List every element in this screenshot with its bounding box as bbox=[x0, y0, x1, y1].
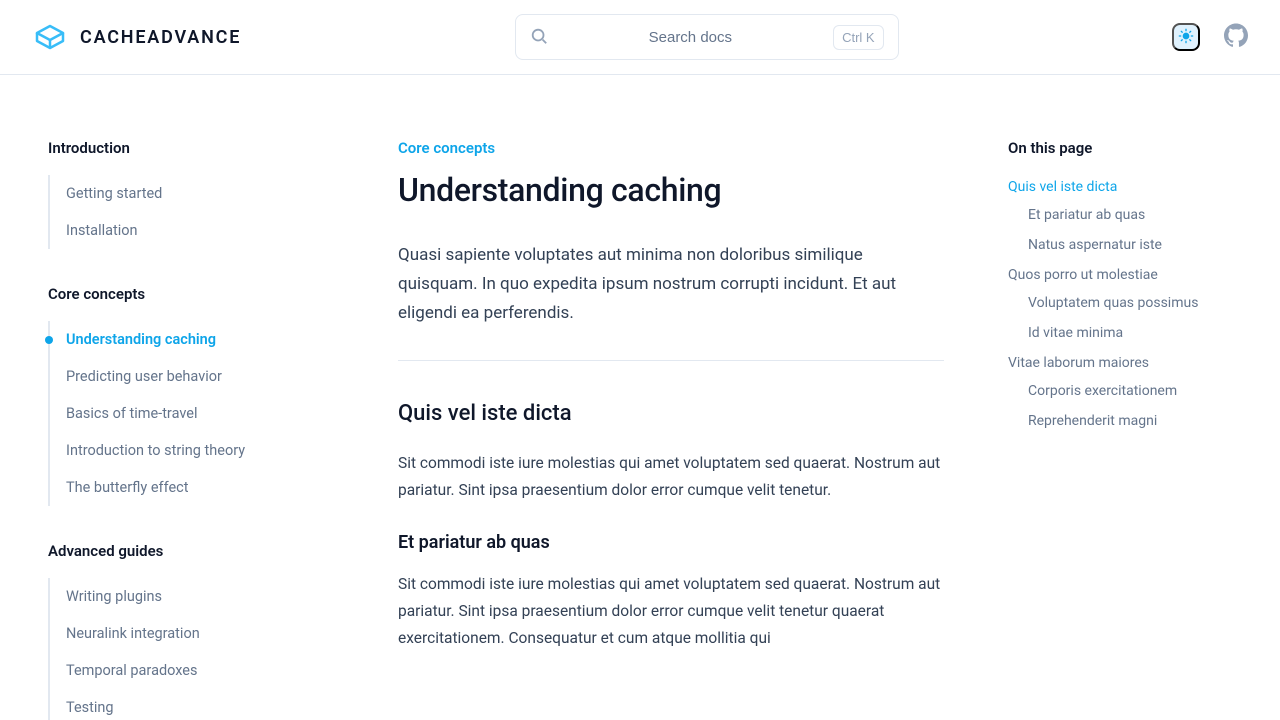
nav-item: The butterfly effect bbox=[50, 469, 286, 506]
article-title: Understanding caching bbox=[398, 171, 944, 209]
body: Introduction Getting started Installation C… bbox=[0, 75, 1280, 720]
nav-item: Testing bbox=[50, 689, 286, 720]
article-lead: Quasi sapiente voluptates aut minima non… bbox=[398, 241, 944, 328]
nav-link[interactable]: Installation bbox=[66, 222, 138, 239]
nav-link[interactable]: Testing bbox=[66, 699, 114, 716]
section-heading: Quis vel iste dicta bbox=[398, 401, 944, 426]
toc-sublink[interactable]: Natus aspernatur iste bbox=[1028, 237, 1162, 253]
divider bbox=[398, 360, 944, 361]
toc-subitem: Corporis exercitationem bbox=[1028, 383, 1248, 399]
sidebar: Introduction Getting started Installation C… bbox=[0, 75, 334, 720]
article-eyebrow: Core concepts bbox=[398, 139, 944, 157]
nav-item: Getting started bbox=[50, 175, 286, 212]
nav-section-title: Core concepts bbox=[48, 285, 286, 303]
toc-sublink[interactable]: Corporis exercitationem bbox=[1028, 383, 1177, 399]
search-placeholder: Search docs bbox=[560, 29, 822, 46]
nav-section: Core concepts Understanding caching Predic… bbox=[48, 285, 286, 506]
toc-subitem: Voluptatem quas possimus bbox=[1028, 295, 1248, 311]
toc-sublink[interactable]: Voluptatem quas possimus bbox=[1028, 295, 1198, 311]
nav-item: Basics of time-travel bbox=[50, 395, 286, 432]
nav-item: Introduction to string theory bbox=[50, 432, 286, 469]
toc-sublist: Voluptatem quas possimus Id vitae minima bbox=[1008, 295, 1248, 341]
nav-link[interactable]: Temporal paradoxes bbox=[66, 662, 197, 679]
toc-item: Vitae laborum maiores Corporis exercitati… bbox=[1008, 355, 1248, 429]
toc-link[interactable]: Vitae laborum maiores bbox=[1008, 355, 1149, 371]
nav-item: Predicting user behavior bbox=[50, 358, 286, 395]
nav-link[interactable]: The butterfly effect bbox=[66, 479, 188, 496]
nav-item: Writing plugins bbox=[50, 578, 286, 615]
article: Core concepts Understanding caching Quas… bbox=[398, 139, 944, 688]
section-paragraph: Sit commodi iste iure molestias qui amet… bbox=[398, 450, 944, 504]
nav-link[interactable]: Basics of time-travel bbox=[66, 405, 198, 422]
nav-section-title: Advanced guides bbox=[48, 542, 286, 560]
toc-subitem: Natus aspernatur iste bbox=[1028, 237, 1248, 253]
toc-sublink[interactable]: Id vitae minima bbox=[1028, 325, 1123, 341]
nav-section-title: Introduction bbox=[48, 139, 286, 157]
nav-link[interactable]: Understanding caching bbox=[66, 331, 216, 348]
toc-sublist: Et pariatur ab quas Natus aspernatur iste bbox=[1008, 207, 1248, 253]
nav-item: Neuralink integration bbox=[50, 615, 286, 652]
subsection-paragraph: Sit commodi iste iure molestias qui amet… bbox=[398, 571, 944, 652]
search-icon bbox=[530, 27, 548, 48]
main: Core concepts Understanding caching Quas… bbox=[334, 75, 1280, 720]
toc-list: Quis vel iste dicta Et pariatur ab quas Na… bbox=[1008, 179, 1248, 429]
toc-subitem: Reprehenderit magni bbox=[1028, 413, 1248, 429]
logo-icon bbox=[32, 19, 68, 55]
header: CACHEADVANCE Search docs Ctrl K bbox=[0, 0, 1280, 75]
github-link[interactable] bbox=[1224, 23, 1248, 51]
nav-list: Getting started Installation bbox=[48, 175, 286, 249]
nav-item: Understanding caching bbox=[50, 321, 286, 358]
nav-link[interactable]: Getting started bbox=[66, 185, 162, 202]
nav-link[interactable]: Predicting user behavior bbox=[66, 368, 222, 385]
toc: On this page Quis vel iste dicta Et paria… bbox=[1008, 139, 1248, 688]
toc-item: Quos porro ut molestiae Voluptatem quas p… bbox=[1008, 267, 1248, 341]
toc-sublink[interactable]: Reprehenderit magni bbox=[1028, 413, 1157, 429]
theme-toggle-button[interactable] bbox=[1172, 23, 1200, 51]
toc-subitem: Et pariatur ab quas bbox=[1028, 207, 1248, 223]
header-center: Search docs Ctrl K bbox=[265, 14, 1148, 60]
toc-sublink[interactable]: Et pariatur ab quas bbox=[1028, 207, 1145, 223]
nav-item: Installation bbox=[50, 212, 286, 249]
header-right bbox=[1172, 23, 1248, 51]
nav-link[interactable]: Introduction to string theory bbox=[66, 442, 245, 459]
toc-title: On this page bbox=[1008, 139, 1248, 157]
sun-icon bbox=[1178, 28, 1194, 47]
nav-item: Temporal paradoxes bbox=[50, 652, 286, 689]
nav-link[interactable]: Neuralink integration bbox=[66, 625, 200, 642]
logo-text: CACHEADVANCE bbox=[80, 27, 241, 48]
toc-subitem: Id vitae minima bbox=[1028, 325, 1248, 341]
logo-link[interactable]: CACHEADVANCE bbox=[32, 19, 241, 55]
search-shortcut: Ctrl K bbox=[833, 25, 884, 50]
toc-sublist: Corporis exercitationem Reprehenderit mag… bbox=[1008, 383, 1248, 429]
search-button[interactable]: Search docs Ctrl K bbox=[515, 14, 899, 60]
subsection-heading: Et pariatur ab quas bbox=[398, 532, 944, 553]
nav-list: Writing plugins Neuralink integration Temp… bbox=[48, 578, 286, 720]
toc-item: Quis vel iste dicta Et pariatur ab quas Na… bbox=[1008, 179, 1248, 253]
nav-section: Advanced guides Writing plugins Neuralink … bbox=[48, 542, 286, 720]
github-icon bbox=[1224, 23, 1248, 51]
nav-link[interactable]: Writing plugins bbox=[66, 588, 162, 605]
nav-section: Introduction Getting started Installation bbox=[48, 139, 286, 249]
toc-link[interactable]: Quis vel iste dicta bbox=[1008, 179, 1117, 195]
toc-link[interactable]: Quos porro ut molestiae bbox=[1008, 267, 1158, 283]
nav-list: Understanding caching Predicting user beh… bbox=[48, 321, 286, 506]
